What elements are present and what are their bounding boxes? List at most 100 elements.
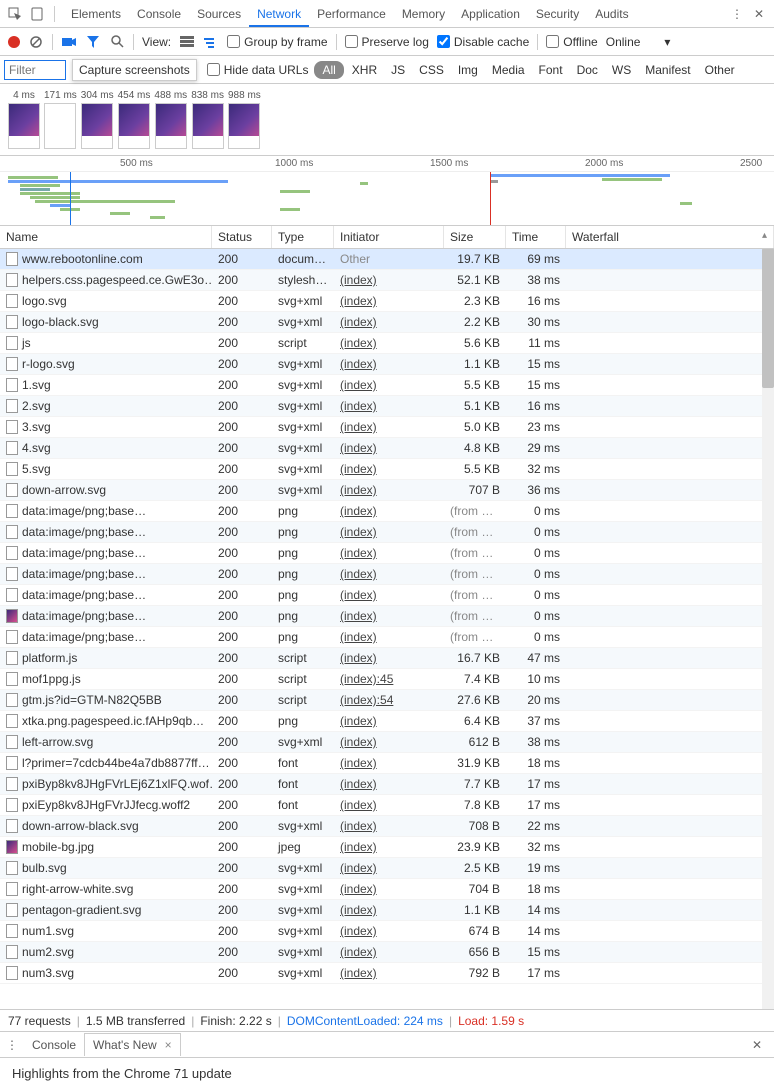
filter-icon[interactable] [85,34,101,50]
tab-audits[interactable]: Audits [587,1,636,27]
table-row[interactable]: data:image/png;base…200png(index)(from m… [0,585,774,606]
more-icon[interactable]: ⋮ [728,5,746,23]
cell-initiator[interactable]: (index) [334,273,444,287]
cell-initiator[interactable]: (index) [334,483,444,497]
clear-icon[interactable] [28,34,44,50]
cell-initiator[interactable]: (index) [334,777,444,791]
screenshot-thumb[interactable] [81,103,113,149]
cell-initiator[interactable]: (index) [334,357,444,371]
table-row[interactable]: 1.svg200svg+xml(index)5.5 KB15 ms [0,375,774,396]
device-icon[interactable] [28,5,46,23]
type-filter-other[interactable]: Other [699,61,741,79]
cell-initiator[interactable]: (index) [334,966,444,980]
table-row[interactable]: xtka.png.pagespeed.ic.fAHp9qb…200png(ind… [0,711,774,732]
cell-initiator[interactable]: (index) [334,420,444,434]
tab-elements[interactable]: Elements [63,1,129,27]
table-row[interactable]: mof1ppg.js200script(index):457.4 KB10 ms [0,669,774,690]
tab-memory[interactable]: Memory [394,1,453,27]
type-filter-media[interactable]: Media [486,61,531,79]
type-filter-all[interactable]: All [314,61,343,79]
table-row[interactable]: left-arrow.svg200svg+xml(index)612 B38 m… [0,732,774,753]
search-icon[interactable] [109,34,125,50]
close-icon[interactable]: ✕ [746,1036,768,1054]
cell-initiator[interactable]: Other [334,252,444,266]
cell-initiator[interactable]: (index) [334,378,444,392]
table-row[interactable]: data:image/png;base…200png(index)(from m… [0,501,774,522]
col-status[interactable]: Status [212,226,272,248]
table-row[interactable]: 3.svg200svg+xml(index)5.0 KB23 ms [0,417,774,438]
type-filter-doc[interactable]: Doc [571,61,604,79]
table-row[interactable]: 4.svg200svg+xml(index)4.8 KB29 ms [0,438,774,459]
table-row[interactable]: num3.svg200svg+xml(index)792 B17 ms [0,963,774,984]
inspect-icon[interactable] [6,5,24,23]
preserve-log-checkbox[interactable]: Preserve log [345,35,429,49]
table-row[interactable]: bulb.svg200svg+xml(index)2.5 KB19 ms [0,858,774,879]
cell-initiator[interactable]: (index) [334,840,444,854]
cell-initiator[interactable]: (index) [334,756,444,770]
table-row[interactable]: data:image/png;base…200png(index)(from m… [0,606,774,627]
table-row[interactable]: pxiByp8kv8JHgFVrLEj6Z1xlFQ.wof…200font(i… [0,774,774,795]
close-icon[interactable]: ✕ [750,5,768,23]
type-filter-js[interactable]: JS [385,61,411,79]
cell-initiator[interactable]: (index) [334,819,444,833]
throttle-select[interactable]: Online▾ [606,35,671,49]
cell-initiator[interactable]: (index) [334,609,444,623]
cell-initiator[interactable]: (index) [334,588,444,602]
table-row[interactable]: platform.js200script(index)16.7 KB47 ms [0,648,774,669]
cell-initiator[interactable]: (index) [334,630,444,644]
screenshot-thumb[interactable] [155,103,187,149]
table-row[interactable]: data:image/png;base…200png(index)(from m… [0,543,774,564]
filter-input[interactable] [4,60,66,80]
tab-performance[interactable]: Performance [309,1,394,27]
type-filter-ws[interactable]: WS [606,61,637,79]
table-row[interactable]: pxiEyp8kv8JHgFVrJJfecg.woff2200font(inde… [0,795,774,816]
record-icon[interactable] [8,36,20,48]
cell-initiator[interactable]: (index) [334,714,444,728]
large-rows-icon[interactable] [179,34,195,50]
cell-initiator[interactable]: (index):45 [334,672,444,686]
cell-initiator[interactable]: (index) [334,294,444,308]
col-initiator[interactable]: Initiator [334,226,444,248]
camera-icon[interactable] [61,34,77,50]
table-row[interactable]: down-arrow.svg200svg+xml(index)707 B36 m… [0,480,774,501]
type-filter-css[interactable]: CSS [413,61,450,79]
cell-initiator[interactable]: (index) [334,504,444,518]
cell-initiator[interactable]: (index) [334,546,444,560]
offline-checkbox[interactable]: Offline [546,35,597,49]
drawer-tab-console[interactable]: Console [24,1033,84,1056]
type-filter-font[interactable]: Font [533,61,569,79]
screenshot-thumb[interactable] [8,103,40,149]
request-table[interactable]: Name Status Type Initiator Size Time Wat… [0,226,774,1010]
drawer-tab-what-s-new[interactable]: What's New× [84,1033,181,1056]
screenshot-thumb[interactable] [228,103,260,149]
cell-initiator[interactable]: (index) [334,567,444,581]
tab-security[interactable]: Security [528,1,587,27]
table-row[interactable]: data:image/png;base…200png(index)(from m… [0,522,774,543]
cell-initiator[interactable]: (index) [334,798,444,812]
col-size[interactable]: Size [444,226,506,248]
cell-initiator[interactable]: (index) [334,861,444,875]
table-row[interactable]: www.rebootonline.com200documentOther19.7… [0,249,774,270]
cell-initiator[interactable]: (index) [334,903,444,917]
cell-initiator[interactable]: (index) [334,399,444,413]
table-row[interactable]: helpers.css.pagespeed.ce.GwE3o…200styles… [0,270,774,291]
table-row[interactable]: down-arrow-black.svg200svg+xml(index)708… [0,816,774,837]
hide-data-urls-checkbox[interactable]: Hide data URLs [207,63,309,77]
cell-initiator[interactable]: (index) [334,882,444,896]
table-row[interactable]: js200script(index)5.6 KB11 ms [0,333,774,354]
tab-console[interactable]: Console [129,1,189,27]
table-row[interactable]: num1.svg200svg+xml(index)674 B14 ms [0,921,774,942]
table-row[interactable]: logo-black.svg200svg+xml(index)2.2 KB30 … [0,312,774,333]
table-row[interactable]: right-arrow-white.svg200svg+xml(index)70… [0,879,774,900]
type-filter-img[interactable]: Img [452,61,484,79]
cell-initiator[interactable]: (index) [334,462,444,476]
col-type[interactable]: Type [272,226,334,248]
type-filter-xhr[interactable]: XHR [346,61,383,79]
cell-initiator[interactable]: (index) [334,315,444,329]
tab-network[interactable]: Network [249,1,309,27]
table-row[interactable]: l?primer=7cdcb44be4a7db8877ff…200font(in… [0,753,774,774]
col-time[interactable]: Time [506,226,566,248]
cell-initiator[interactable]: (index) [334,651,444,665]
cell-initiator[interactable]: (index) [334,525,444,539]
table-row[interactable]: 5.svg200svg+xml(index)5.5 KB32 ms [0,459,774,480]
